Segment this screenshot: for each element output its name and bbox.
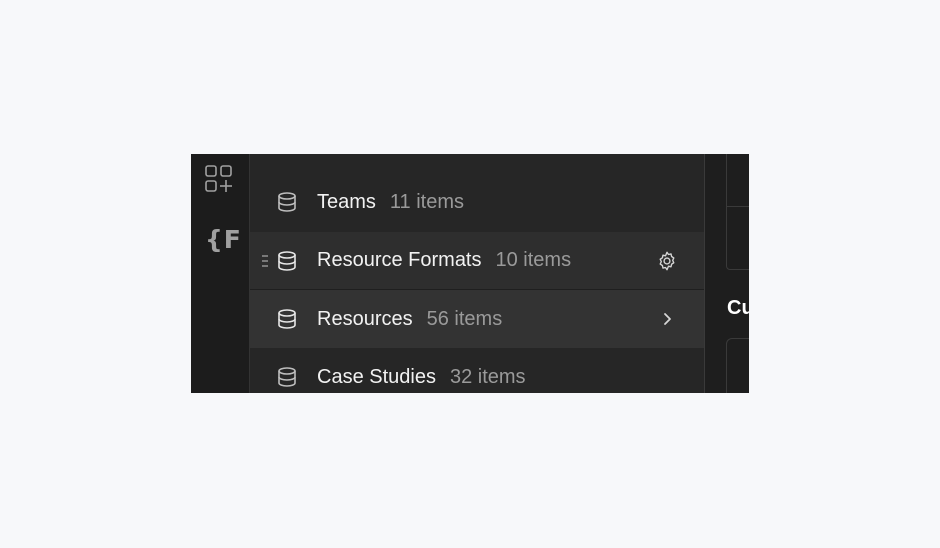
divider [726,206,749,207]
collection-row-resource-formats[interactable]: Resource Formats 10 items [250,232,704,290]
collection-count: 11 items [389,190,465,213]
database-icon [276,191,298,218]
collection-row-partial[interactable] [250,154,704,172]
collection-row-case-studies[interactable]: Case Studies 32 items [250,348,704,393]
collection-name-wrap: Resources 56 items [317,308,502,331]
collection-name: Teams [317,190,376,213]
collections-list: Teams 11 items Resource Formats 10 items… [250,154,705,393]
collection-name-wrap: Teams 11 items [317,191,464,214]
left-toolbar: {F [191,154,250,393]
collection-name: Case Studies [317,365,436,388]
settings-card[interactable] [726,154,749,270]
database-icon [276,308,298,335]
collection-settings-panel: Cu [705,154,749,393]
collection-name-wrap: Resource Formats 10 items [317,249,571,272]
database-icon [276,250,298,277]
add-apps-icon[interactable] [204,164,234,199]
collection-count: 56 items [426,307,503,330]
settings-field[interactable] [726,338,749,393]
gear-icon[interactable] [656,250,678,277]
collection-row-resources[interactable]: Resources 56 items [250,290,704,348]
collection-name: Resources [317,307,413,330]
section-heading: Cu [727,297,749,319]
database-icon [276,366,298,393]
cms-panel: {F Teams 11 items Resource Formats 10 it… [191,154,749,393]
collection-name: Resource Formats [317,249,482,271]
drag-handle-icon[interactable] [262,253,268,274]
collection-count: 10 items [495,249,572,271]
collection-row-teams[interactable]: Teams 11 items [250,173,704,231]
collection-name-wrap: Case Studies 32 items [317,366,526,389]
collection-count: 32 items [449,365,526,388]
database-icon [276,154,298,159]
chevron-right-icon[interactable] [662,311,672,332]
variables-icon[interactable]: {F [205,226,242,254]
